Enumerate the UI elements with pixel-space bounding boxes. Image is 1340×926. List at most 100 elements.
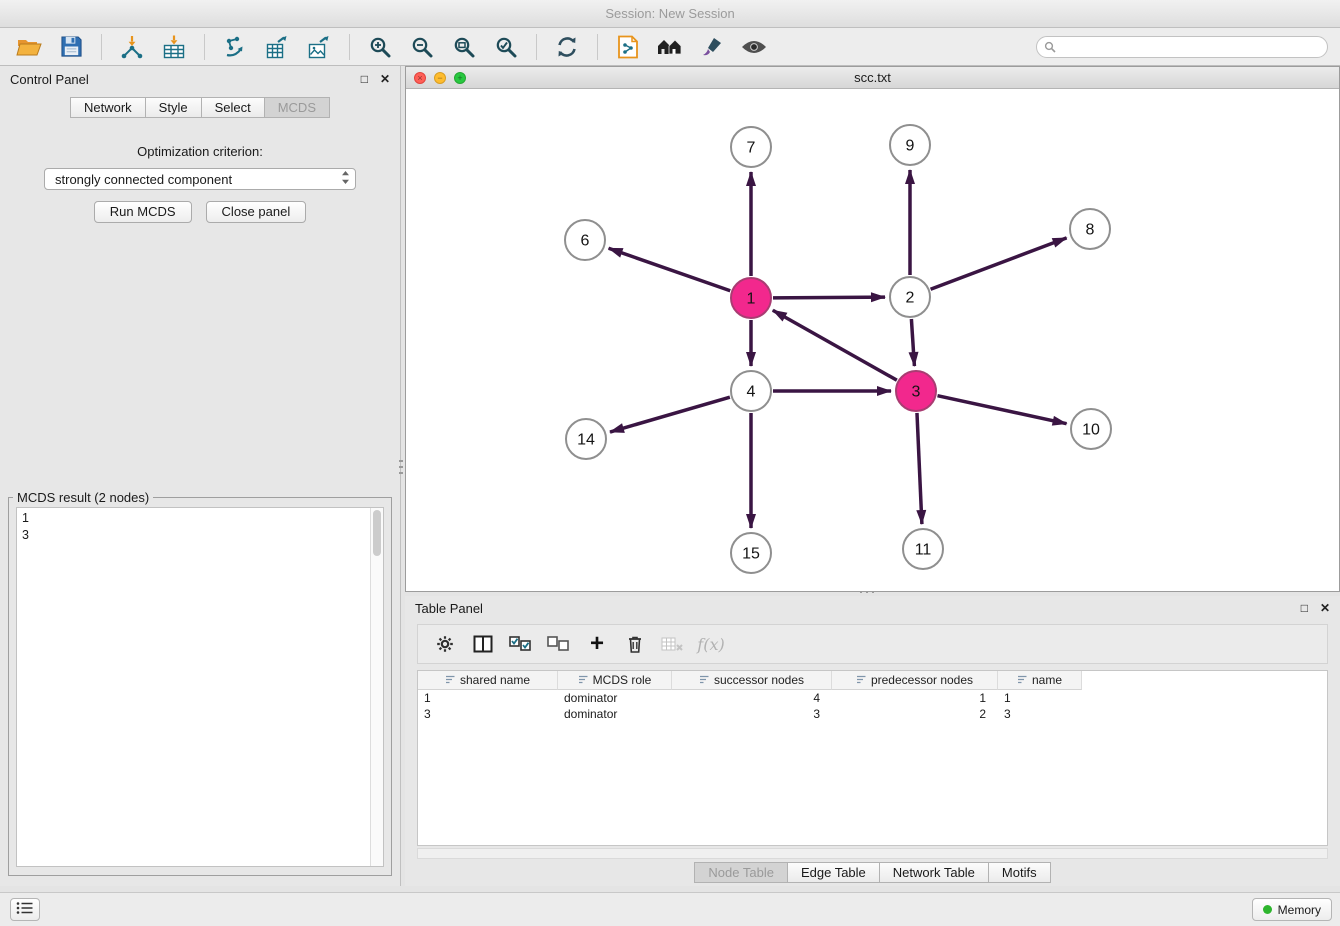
node-10[interactable]: 10 <box>1071 409 1111 449</box>
tab-mcds[interactable]: MCDS <box>264 97 330 118</box>
node-1[interactable]: 1 <box>731 278 771 318</box>
toolbar-separator <box>536 34 537 60</box>
table-row[interactable]: 1dominator411 <box>418 690 1327 706</box>
scrollbar[interactable] <box>370 508 383 866</box>
table-cell[interactable]: 3 <box>418 707 558 721</box>
table-cell[interactable]: 1 <box>418 691 558 705</box>
close-table-panel-icon[interactable]: ✕ <box>1320 601 1330 615</box>
task-history-button[interactable] <box>10 898 40 921</box>
node-14[interactable]: 14 <box>566 419 606 459</box>
zoom-window-icon[interactable]: + <box>454 72 466 84</box>
result-item[interactable]: 3 <box>22 527 365 544</box>
show-columns-icon[interactable] <box>466 629 500 659</box>
search-input[interactable] <box>1036 36 1328 58</box>
zoom-fit-icon[interactable] <box>446 31 482 63</box>
node-6[interactable]: 6 <box>565 220 605 260</box>
network-window-titlebar[interactable]: × − + scc.txt <box>406 67 1339 89</box>
column-header-mcds-role[interactable]: MCDS role <box>558 671 672 690</box>
node-9[interactable]: 9 <box>890 125 930 165</box>
network-file-icon[interactable] <box>610 31 646 63</box>
zoom-in-icon[interactable] <box>362 31 398 63</box>
paintbrush-icon[interactable] <box>694 31 730 63</box>
scrollbar-thumb[interactable] <box>373 510 381 556</box>
svg-text:6: 6 <box>581 233 590 250</box>
tab-network-table[interactable]: Network Table <box>879 862 989 883</box>
import-table-icon[interactable] <box>156 31 192 63</box>
zoom-selected-icon[interactable] <box>488 31 524 63</box>
table-cell[interactable]: 2 <box>832 707 998 721</box>
main-toolbar <box>0 28 1340 66</box>
table-horizontal-scrollbar[interactable] <box>417 848 1328 859</box>
search-icon <box>1044 41 1056 56</box>
vertical-splitter-handle[interactable] <box>399 460 403 478</box>
memory-button[interactable]: Memory <box>1252 898 1332 921</box>
node-4[interactable]: 4 <box>731 371 771 411</box>
column-header-name[interactable]: name <box>998 671 1082 690</box>
network-canvas[interactable]: 7 9 6 8 1 2 4 3 14 10 15 11 <box>406 89 1339 591</box>
tab-style[interactable]: Style <box>145 97 202 118</box>
result-item[interactable]: 1 <box>22 510 365 527</box>
column-sort-icon <box>445 673 456 687</box>
export-network-icon[interactable] <box>217 31 253 63</box>
table-cell[interactable]: 3 <box>998 707 1082 721</box>
node-15[interactable]: 15 <box>731 533 771 573</box>
node-table[interactable]: shared nameMCDS rolesuccessor nodesprede… <box>417 670 1328 846</box>
column-header-successor-nodes[interactable]: successor nodes <box>672 671 832 690</box>
open-session-icon[interactable] <box>11 31 47 63</box>
svg-text:3: 3 <box>912 384 921 401</box>
edge-1-2[interactable] <box>773 297 885 298</box>
node-8[interactable]: 8 <box>1070 209 1110 249</box>
zoom-out-icon[interactable] <box>404 31 440 63</box>
eye-icon[interactable] <box>736 31 772 63</box>
save-session-icon[interactable] <box>53 31 89 63</box>
tab-edge-table[interactable]: Edge Table <box>787 862 880 883</box>
table-cell[interactable]: dominator <box>558 691 672 705</box>
table-cell[interactable]: dominator <box>558 707 672 721</box>
float-table-panel-icon[interactable]: □ <box>1301 601 1308 615</box>
table-row[interactable]: 3dominator323 <box>418 706 1327 722</box>
gear-icon[interactable] <box>428 629 462 659</box>
table-cell[interactable]: 3 <box>672 707 832 721</box>
houses-icon[interactable] <box>652 31 688 63</box>
import-network-icon[interactable] <box>114 31 150 63</box>
node-11[interactable]: 11 <box>903 529 943 569</box>
add-column-icon[interactable]: + <box>580 629 614 659</box>
edge-1-6[interactable] <box>609 248 731 290</box>
refresh-layout-icon[interactable] <box>549 31 585 63</box>
node-3[interactable]: 3 <box>896 371 936 411</box>
deselect-all-icon[interactable] <box>542 629 576 659</box>
edge-3-1[interactable] <box>773 310 897 380</box>
table-cell[interactable]: 1 <box>832 691 998 705</box>
export-table-icon[interactable] <box>259 31 295 63</box>
edge-4-14[interactable] <box>610 397 730 432</box>
column-header-predecessor-nodes[interactable]: predecessor nodes <box>832 671 998 690</box>
criterion-dropdown[interactable]: strongly connected component <box>44 168 356 190</box>
tab-motifs[interactable]: Motifs <box>988 862 1051 883</box>
svg-text:14: 14 <box>577 432 595 449</box>
column-header-shared-name[interactable]: shared name <box>418 671 558 690</box>
mcds-result-list[interactable]: 13 <box>16 507 384 867</box>
table-cell[interactable]: 4 <box>672 691 832 705</box>
node-7[interactable]: 7 <box>731 127 771 167</box>
edge-3-10[interactable] <box>937 396 1066 424</box>
edge-2-8[interactable] <box>931 238 1067 289</box>
minimize-window-icon[interactable]: − <box>434 72 446 84</box>
network-graph[interactable]: 7 9 6 8 1 2 4 3 14 10 15 11 <box>406 89 1339 591</box>
close-panel-icon[interactable]: ✕ <box>380 72 390 86</box>
float-panel-icon[interactable]: □ <box>361 72 368 86</box>
tab-network[interactable]: Network <box>70 97 146 118</box>
tab-node-table[interactable]: Node Table <box>694 862 788 883</box>
control-panel-header: Control Panel □ ✕ <box>0 66 400 92</box>
tab-select[interactable]: Select <box>201 97 265 118</box>
select-all-icon[interactable] <box>504 629 538 659</box>
app-title: Session: New Session <box>605 6 734 21</box>
edge-3-11[interactable] <box>917 413 922 524</box>
close-panel-button[interactable]: Close panel <box>206 201 307 223</box>
node-2[interactable]: 2 <box>890 277 930 317</box>
export-image-icon[interactable] <box>301 31 337 63</box>
edge-2-3[interactable] <box>911 319 914 366</box>
trash-icon[interactable] <box>618 629 652 659</box>
run-mcds-button[interactable]: Run MCDS <box>94 201 192 223</box>
table-cell[interactable]: 1 <box>998 691 1082 705</box>
close-window-icon[interactable]: × <box>414 72 426 84</box>
